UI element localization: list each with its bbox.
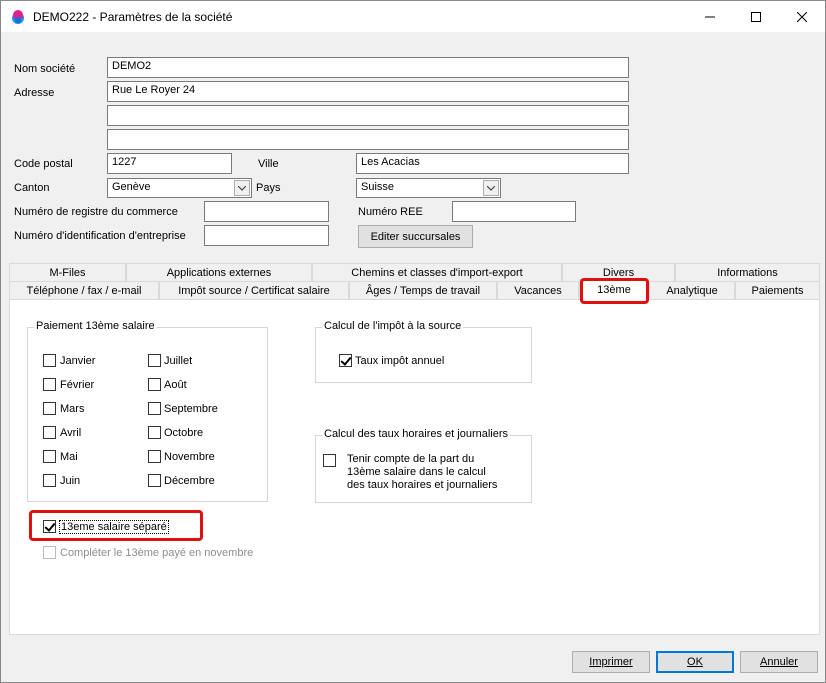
- checkbox-octobre[interactable]: [148, 426, 161, 439]
- checkbox-novembre[interactable]: [148, 450, 161, 463]
- label-completer-novembre: Compléter le 13ème payé en novembre: [60, 547, 254, 559]
- tenir-compte-line-1: Tenir compte de la part du: [347, 453, 475, 465]
- pays-value: Suisse: [361, 181, 395, 193]
- tab-paiements[interactable]: Paiements: [735, 281, 820, 299]
- label-fevrier: Février: [60, 379, 95, 391]
- separe-highlight-annotation: [29, 510, 203, 541]
- minimize-button[interactable]: [687, 1, 733, 32]
- close-button[interactable]: [779, 1, 825, 32]
- tab-impot-source[interactable]: Impôt source / Certificat salaire: [159, 281, 349, 299]
- ville-label: Ville: [258, 158, 279, 170]
- close-icon: [797, 11, 807, 22]
- tab-vacances[interactable]: Vacances: [497, 281, 579, 299]
- canton-label: Canton: [14, 182, 50, 194]
- tenir-compte-line-3: des taux horaires et journaliers: [347, 479, 498, 491]
- annuler-label: Annuler: [760, 656, 798, 668]
- imprimer-label: Imprimer: [589, 656, 633, 668]
- checkbox-tenir-compte[interactable]: [323, 454, 336, 467]
- impot-source-title: Calcul de l'impôt à la source: [322, 320, 464, 332]
- canton-select[interactable]: Genève: [107, 178, 252, 198]
- nom-field[interactable]: DEMO2: [107, 57, 629, 78]
- annuler-button[interactable]: Annuler: [740, 651, 818, 673]
- ree-field[interactable]: [452, 201, 576, 222]
- checkbox-janvier[interactable]: [43, 354, 56, 367]
- label-septembre: Septembre: [164, 403, 218, 415]
- taux-horaires-title: Calcul des taux horaires et journaliers: [322, 428, 511, 440]
- checkbox-aout[interactable]: [148, 378, 161, 391]
- tab-panel-13eme: Paiement 13ème salaire Janvier Février M…: [9, 299, 820, 635]
- label-octobre: Octobre: [164, 427, 204, 439]
- tab-applications-externes[interactable]: Applications externes: [126, 263, 312, 281]
- tab-m-files[interactable]: M-Files: [9, 263, 126, 281]
- checkbox-septembre[interactable]: [148, 402, 161, 415]
- tab-analytique[interactable]: Analytique: [649, 281, 735, 299]
- paiement-13eme-title: Paiement 13ème salaire: [34, 320, 157, 332]
- label-janvier: Janvier: [60, 355, 96, 367]
- adresse-field-1[interactable]: Rue Le Royer 24: [107, 81, 629, 102]
- maximize-button[interactable]: [733, 1, 779, 32]
- checkbox-taux-impot-annuel[interactable]: [339, 354, 352, 367]
- checkbox-juin[interactable]: [43, 474, 56, 487]
- tenir-compte-line-2: 13ème salaire dans le calcul: [347, 466, 486, 478]
- ok-button[interactable]: OK: [656, 651, 734, 673]
- imprimer-button[interactable]: Imprimer: [572, 651, 650, 673]
- window-title: DEMO222 - Paramètres de la société: [33, 10, 233, 24]
- nom-label: Nom société: [14, 63, 76, 75]
- tab-telephone[interactable]: Téléphone / fax / e-mail: [9, 281, 159, 299]
- ok-label: OK: [687, 656, 703, 668]
- title-bar: DEMO222 - Paramètres de la société: [1, 1, 825, 32]
- label-taux-impot-annuel: Taux impôt annuel: [355, 355, 445, 367]
- label-juin: Juin: [60, 475, 81, 487]
- registre-commerce-field[interactable]: [204, 201, 329, 222]
- adresse-label: Adresse: [14, 87, 55, 99]
- label-tenir-compte: Tenir compte de la part du 13ème salaire…: [347, 453, 497, 492]
- label-novembre: Novembre: [164, 451, 215, 463]
- checkbox-fevrier[interactable]: [43, 378, 56, 391]
- checkbox-avril[interactable]: [43, 426, 56, 439]
- checkbox-mars[interactable]: [43, 402, 56, 415]
- checkbox-decembre[interactable]: [148, 474, 161, 487]
- tab-informations[interactable]: Informations: [675, 263, 820, 281]
- pays-select[interactable]: Suisse: [356, 178, 501, 198]
- checkbox-mai[interactable]: [43, 450, 56, 463]
- chevron-down-icon[interactable]: [234, 180, 250, 196]
- tab-highlight-annotation: [580, 278, 649, 304]
- tab-chemins-import-export[interactable]: Chemins et classes d'import-export: [312, 263, 562, 281]
- chevron-down-icon[interactable]: [483, 180, 499, 196]
- canton-value: Genève: [112, 181, 151, 193]
- maximize-icon: [751, 11, 761, 22]
- label-decembre: Décembre: [164, 475, 215, 487]
- registre-commerce-label: Numéro de registre du commerce: [14, 206, 178, 218]
- adresse-field-3[interactable]: [107, 129, 629, 150]
- code-postal-label: Code postal: [14, 158, 73, 170]
- ide-field[interactable]: [204, 225, 329, 246]
- app-icon: [12, 10, 24, 24]
- dialog-window: DEMO222 - Paramètres de la société Nom s…: [0, 0, 826, 683]
- label-mai: Mai: [60, 451, 78, 463]
- code-postal-field[interactable]: 1227: [107, 153, 232, 174]
- adresse-field-2[interactable]: [107, 105, 629, 126]
- ree-label: Numéro REE: [358, 206, 423, 218]
- label-mars: Mars: [60, 403, 85, 415]
- minimize-icon: [705, 16, 715, 17]
- ville-field[interactable]: Les Acacias: [356, 153, 629, 174]
- checkbox-completer-novembre[interactable]: [43, 546, 56, 559]
- edit-succursales-button[interactable]: Editer succursales: [358, 225, 473, 248]
- label-juillet: Juillet: [164, 355, 193, 367]
- ide-label: Numéro d'identification d'entreprise: [14, 230, 186, 242]
- label-aout: Août: [164, 379, 187, 391]
- pays-label: Pays: [256, 182, 281, 194]
- checkbox-juillet[interactable]: [148, 354, 161, 367]
- tab-ages-temps[interactable]: Âges / Temps de travail: [349, 281, 497, 299]
- label-avril: Avril: [60, 427, 82, 439]
